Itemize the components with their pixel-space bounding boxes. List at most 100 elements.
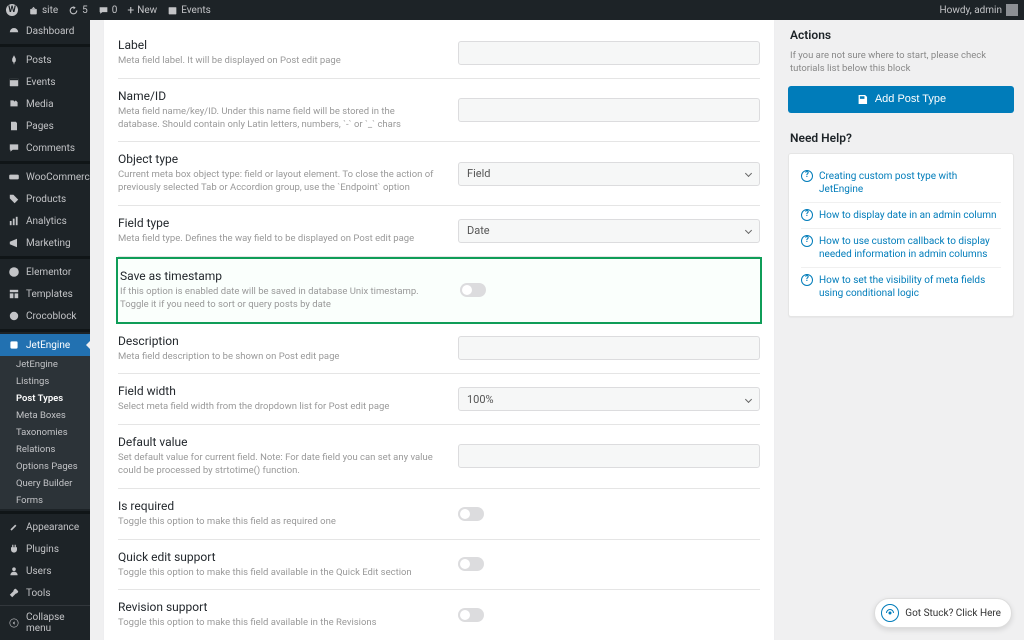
submenu-listings[interactable]: Listings xyxy=(0,373,90,390)
field-title: Label xyxy=(118,38,438,52)
admin-menu: Dashboard Posts Events Media Pages Comments Wo… xyxy=(0,20,90,640)
menu-label: WooCommerce xyxy=(26,172,90,183)
field-save-timestamp: Save as timestamp If this option is enab… xyxy=(116,257,762,324)
analytics-icon xyxy=(8,215,20,227)
save-icon xyxy=(856,93,869,106)
submenu-jetengine[interactable]: JetEngine xyxy=(0,356,90,373)
menu-comments[interactable]: Comments xyxy=(0,137,90,159)
field-desc: Meta field description to be shown on Po… xyxy=(118,351,438,364)
chevron-down-icon xyxy=(745,170,752,177)
menu-label: Posts xyxy=(26,55,52,66)
menu-label: Events xyxy=(26,77,56,88)
name-input[interactable] xyxy=(458,98,760,122)
help-link[interactable]: ?How to set the visibility of meta field… xyxy=(801,267,1001,306)
tools-icon xyxy=(8,587,20,599)
submenu-query-builder[interactable]: Query Builder xyxy=(0,475,90,492)
field-title: Revision support xyxy=(118,600,438,614)
submenu-taxonomies[interactable]: Taxonomies xyxy=(0,424,90,441)
width-select[interactable]: 100% xyxy=(458,387,760,411)
description-input[interactable] xyxy=(458,336,760,360)
submenu-forms[interactable]: Forms xyxy=(0,492,90,509)
menu-label: Products xyxy=(26,194,66,205)
menu-label: Plugins xyxy=(26,544,59,555)
field-desc: Current meta box object type: field or l… xyxy=(118,169,438,195)
field-type-select[interactable]: Date xyxy=(458,219,760,243)
field-desc: Select meta field width from the dropdow… xyxy=(118,401,438,414)
menu-pages[interactable]: Pages xyxy=(0,115,90,137)
menu-dashboard[interactable]: Dashboard xyxy=(0,20,90,42)
field-required: Is required Toggle this option to make t… xyxy=(118,489,760,540)
object-type-select[interactable]: Field xyxy=(458,162,760,186)
pin-icon xyxy=(8,54,20,66)
appearance-icon xyxy=(8,521,20,533)
save-timestamp-toggle[interactable] xyxy=(460,283,486,297)
menu-label: Users xyxy=(26,566,52,577)
submenu-relations[interactable]: Relations xyxy=(0,441,90,458)
field-title: Quick edit support xyxy=(118,550,438,564)
menu-templates[interactable]: Templates xyxy=(0,283,90,305)
submenu-meta-boxes[interactable]: Meta Boxes xyxy=(0,407,90,424)
required-toggle[interactable] xyxy=(458,507,484,521)
menu-products[interactable]: Products xyxy=(0,188,90,210)
wp-logo[interactable]: W xyxy=(6,4,18,16)
updates-link[interactable]: 5 xyxy=(68,5,88,16)
field-revision: Revision support Toggle this option to m… xyxy=(118,590,760,640)
field-desc: If this option is enabled date will be s… xyxy=(120,286,440,312)
help-box: ?Creating custom post type with JetEngin… xyxy=(788,153,1014,317)
menu-analytics[interactable]: Analytics xyxy=(0,210,90,232)
menu-label: Elementor xyxy=(26,267,71,278)
field-name: Name/ID Meta field name/key/ID. Under th… xyxy=(118,79,760,143)
admin-bar: W site 5 0 +New Events Howdy, admin xyxy=(0,0,1024,20)
actions-desc: If you are not sure where to start, plea… xyxy=(788,50,1014,76)
add-post-type-button[interactable]: Add Post Type xyxy=(788,86,1014,113)
menu-crocoblock[interactable]: Crocoblock xyxy=(0,305,90,327)
chat-icon xyxy=(881,604,899,622)
menu-label: Marketing xyxy=(26,238,71,249)
collapse-menu[interactable]: Collapse menu xyxy=(0,605,90,640)
products-icon xyxy=(8,193,20,205)
field-object-type: Object type Current meta box object type… xyxy=(118,142,760,206)
help-link[interactable]: ?How to use custom callback to display n… xyxy=(801,228,1001,267)
label-input[interactable] xyxy=(458,41,760,65)
field-title: Object type xyxy=(118,152,438,166)
submenu-options-pages[interactable]: Options Pages xyxy=(0,458,90,475)
field-description: Description Meta field description to be… xyxy=(118,324,760,375)
field-desc: Meta field type. Defines the way field t… xyxy=(118,233,438,246)
field-title: Field type xyxy=(118,216,438,230)
comments-icon xyxy=(8,142,20,154)
field-width: Field width Select meta field width from… xyxy=(118,374,760,425)
menu-media[interactable]: Media xyxy=(0,93,90,115)
menu-events[interactable]: Events xyxy=(0,71,90,93)
quick-edit-toggle[interactable] xyxy=(458,557,484,571)
templates-icon xyxy=(8,288,20,300)
menu-users[interactable]: Users xyxy=(0,560,90,582)
menu-label: Pages xyxy=(26,121,54,132)
new-link[interactable]: +New xyxy=(127,3,157,17)
help-link[interactable]: ?How to display date in an admin column xyxy=(801,202,1001,228)
menu-plugins[interactable]: Plugins xyxy=(0,538,90,560)
menu-marketing[interactable]: Marketing xyxy=(0,232,90,254)
revision-toggle[interactable] xyxy=(458,608,484,622)
default-input[interactable] xyxy=(458,444,760,468)
submenu-post-types[interactable]: Post Types xyxy=(0,390,90,407)
menu-jetengine[interactable]: JetEngine xyxy=(0,334,90,356)
comments-link[interactable]: 0 xyxy=(98,5,118,16)
marketing-icon xyxy=(8,237,20,249)
menu-posts[interactable]: Posts xyxy=(0,49,90,71)
menu-label: JetEngine xyxy=(26,340,70,351)
events-link[interactable]: Events xyxy=(167,5,211,16)
menu-label: Media xyxy=(26,99,54,110)
site-link[interactable]: site xyxy=(28,5,58,16)
menu-appearance[interactable]: Appearance xyxy=(0,516,90,538)
menu-tools[interactable]: Tools xyxy=(0,582,90,604)
account-link[interactable]: Howdy, admin xyxy=(940,4,1018,16)
menu-woocommerce[interactable]: WooCommerce xyxy=(0,166,90,188)
menu-elementor[interactable]: Elementor xyxy=(0,261,90,283)
help-link[interactable]: ?Creating custom post type with JetEngin… xyxy=(801,164,1001,202)
question-icon: ? xyxy=(801,170,813,182)
got-stuck-widget[interactable]: Got Stuck? Click Here xyxy=(874,598,1012,628)
calendar-icon xyxy=(8,76,20,88)
sidebar: Actions If you are not sure where to sta… xyxy=(788,20,1014,640)
field-default: Default value Set default value for curr… xyxy=(118,425,760,489)
field-desc: Toggle this option to make this field av… xyxy=(118,617,438,630)
